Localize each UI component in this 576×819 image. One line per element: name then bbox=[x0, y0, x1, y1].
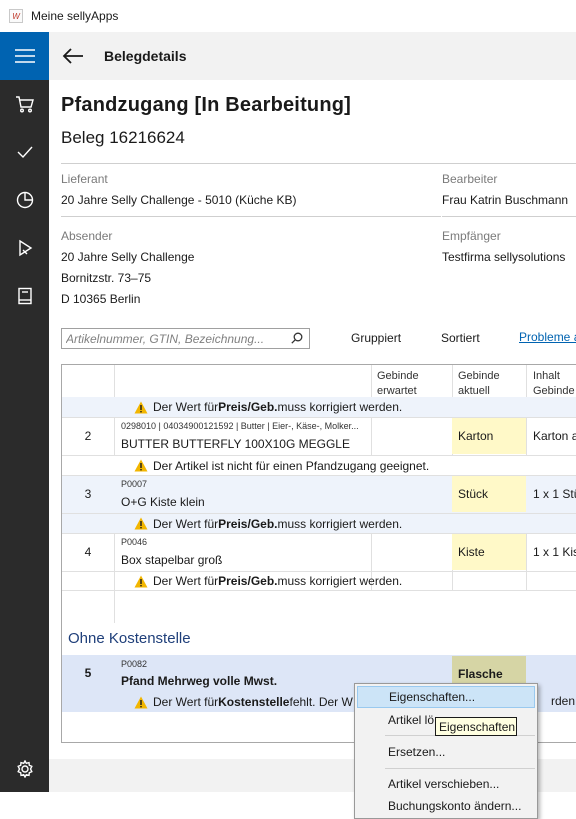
tooltip: Eigenschaften bbox=[435, 717, 517, 736]
article-code: P0007 bbox=[121, 479, 148, 489]
divider bbox=[61, 216, 441, 217]
sort-button[interactable]: Sortiert bbox=[441, 331, 480, 345]
absender-label: Absender bbox=[61, 229, 113, 243]
context-menu: Eigenschaften... Artikel lö Ersetzen... … bbox=[354, 683, 538, 819]
column-header-inhalt-gebinde[interactable]: Inhalt Gebinde bbox=[533, 369, 575, 399]
back-arrow-icon bbox=[62, 48, 83, 64]
divider bbox=[442, 216, 576, 217]
warning-icon bbox=[134, 401, 148, 413]
row-number: 5 bbox=[84, 666, 92, 680]
book-icon bbox=[17, 287, 32, 305]
menu-item-ersetzen[interactable]: Ersetzen... bbox=[357, 741, 535, 763]
article-code: P0046 bbox=[121, 537, 148, 547]
absender-line-1: 20 Jahre Selly Challenge bbox=[61, 250, 195, 264]
page-title: Belegdetails bbox=[104, 48, 187, 64]
document-title: Pfandzugang [In Bearbeitung] bbox=[61, 94, 352, 116]
menu-item-eigenschaften[interactable]: Eigenschaften... bbox=[357, 686, 535, 708]
header-line: Inhalt bbox=[533, 370, 560, 382]
gebinde-cell[interactable]: Kiste bbox=[452, 534, 526, 570]
checkmark-icon bbox=[17, 146, 33, 159]
problems-link[interactable]: Probleme a bbox=[519, 330, 576, 344]
warning-field: Preis/Geb. bbox=[218, 516, 278, 531]
warning-row: Der Wert für Preis/Geb. muss korrigiert … bbox=[62, 571, 576, 591]
article-name: Pfand Mehrweg volle Mwst. bbox=[121, 674, 278, 688]
menu-item-buchungskonto-aendern[interactable]: Buchungskonto ändern... bbox=[357, 795, 535, 817]
warning-text: Der Wert für bbox=[153, 400, 219, 414]
hamburger-menu-button[interactable] bbox=[0, 32, 49, 80]
pie-chart-icon bbox=[16, 191, 33, 209]
warning-icon bbox=[134, 517, 148, 530]
article-name: Box stapelbar groß bbox=[121, 553, 223, 567]
row-number: 3 bbox=[84, 487, 92, 501]
warning-row: Der Artikel ist nicht für einen Pfandzug… bbox=[62, 455, 576, 475]
warning-field: Preis/Geb. bbox=[218, 400, 278, 414]
warning-icon bbox=[134, 696, 148, 708]
warning-text: muss korrigiert werden. bbox=[277, 574, 403, 588]
gebinde-cell[interactable]: Karton bbox=[452, 418, 526, 454]
warning-text: Der Wert für bbox=[153, 574, 219, 588]
warning-text: muss korrigiert werden. bbox=[277, 400, 403, 414]
warning-row: Der Wert für Preis/Geb. muss korrigiert … bbox=[62, 513, 576, 533]
row-number: 4 bbox=[84, 545, 92, 559]
article-name: BUTTER BUTTERFLY 100X10G MEGGLE bbox=[121, 437, 350, 451]
warning-text: Der Wert für bbox=[153, 516, 219, 531]
warning-text: muss korrigiert werden. bbox=[277, 516, 403, 531]
lieferant-label: Lieferant bbox=[61, 172, 108, 186]
article-name: O+G Kiste klein bbox=[121, 495, 205, 509]
warning-field: Preis/Geb. bbox=[218, 574, 278, 588]
bearbeiter-value: Frau Katrin Buschmann bbox=[442, 193, 569, 207]
nav-book[interactable] bbox=[0, 272, 49, 320]
window-title: Meine sellyApps bbox=[31, 9, 119, 23]
bearbeiter-label: Bearbeiter bbox=[442, 172, 498, 186]
nav-rail bbox=[0, 32, 49, 792]
warning-icon bbox=[134, 575, 148, 587]
divider bbox=[61, 163, 576, 164]
nav-play[interactable] bbox=[0, 224, 49, 272]
gebinde-cell[interactable]: Stück bbox=[452, 476, 526, 512]
warning-text: fehlt. Der W bbox=[289, 695, 353, 709]
nav-settings[interactable] bbox=[0, 745, 49, 793]
row-number: 2 bbox=[84, 429, 92, 443]
group-button[interactable]: Gruppiert bbox=[351, 331, 401, 345]
back-button[interactable] bbox=[49, 32, 97, 80]
absender-line-3: D 10365 Berlin bbox=[61, 292, 141, 306]
article-code: 0298010 | 04034900121592 | Butter | Eier… bbox=[121, 421, 359, 431]
lieferant-value: 20 Jahre Selly Challenge - 5010 (Küche K… bbox=[61, 193, 297, 207]
play-icon bbox=[18, 239, 32, 257]
page-header: Belegdetails bbox=[49, 32, 576, 80]
warning-icon bbox=[134, 459, 148, 472]
article-search bbox=[61, 328, 310, 349]
article-code: P0082 bbox=[121, 659, 148, 669]
empfaenger-value: Testfirma sellysolutions bbox=[442, 250, 566, 264]
header-line: Gebinde bbox=[458, 370, 500, 382]
document-number: Beleg 16216624 bbox=[61, 128, 185, 147]
nav-chart[interactable] bbox=[0, 176, 49, 224]
inhalt-cell: 1 x 1 Kis bbox=[533, 545, 576, 559]
header-line: Gebinde bbox=[377, 370, 419, 382]
warning-text-tail: rden. bbox=[551, 694, 576, 708]
column-header-gebinde-aktuell[interactable]: Gebinde aktuell bbox=[458, 369, 500, 399]
inhalt-cell: 1 x 1 Stü bbox=[533, 487, 576, 501]
column-header-gebinde-erwartet[interactable]: Gebinde erwartet bbox=[377, 369, 419, 399]
search-input[interactable] bbox=[62, 329, 282, 348]
warning-text: Der Wert für bbox=[153, 695, 219, 709]
hamburger-icon bbox=[14, 49, 35, 63]
empfaenger-label: Empfänger bbox=[442, 229, 501, 243]
warning-row: Der Wert für Preis/Geb. muss korrigiert … bbox=[62, 397, 576, 417]
inhalt-cell: Karton a bbox=[533, 429, 576, 443]
app-icon: W bbox=[9, 9, 23, 23]
warning-text: Der Artikel ist nicht für einen Pfandzug… bbox=[153, 458, 430, 473]
search-icon[interactable] bbox=[291, 332, 303, 344]
menu-item-artikel-verschieben[interactable]: Artikel verschieben... bbox=[357, 773, 535, 795]
nav-check[interactable] bbox=[0, 128, 49, 176]
absender-line-2: Bornitzstr. 73–75 bbox=[61, 271, 152, 285]
window-titlebar: W Meine sellyApps bbox=[0, 0, 576, 32]
nav-cart[interactable] bbox=[0, 80, 49, 128]
section-title: Ohne Kostenstelle bbox=[68, 630, 191, 647]
gear-icon bbox=[16, 760, 33, 778]
menu-separator bbox=[385, 768, 535, 769]
warning-field: Kostenstelle bbox=[218, 695, 290, 709]
cart-icon bbox=[15, 96, 34, 113]
